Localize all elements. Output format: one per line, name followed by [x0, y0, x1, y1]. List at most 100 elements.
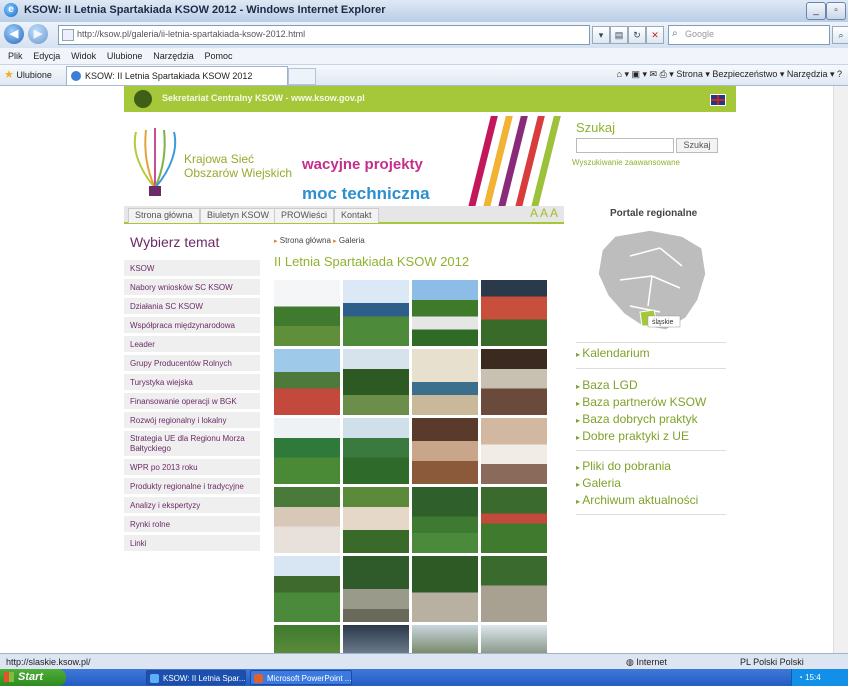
gallery-thumbnail[interactable]	[274, 625, 340, 653]
forward-icon[interactable]: ▶	[28, 24, 48, 44]
gallery-thumbnail[interactable]	[343, 625, 409, 653]
language-indicator[interactable]: PL Polski Polski	[740, 657, 804, 667]
menu-item-produkty[interactable]: Produkty regionalne i tradycyjne	[124, 478, 260, 495]
menu-item-dzialania[interactable]: Działania SC KSOW	[124, 298, 260, 315]
new-tab-button[interactable]	[288, 68, 316, 85]
gallery-thumbnail[interactable]	[274, 280, 340, 346]
gallery-thumbnail[interactable]	[343, 487, 409, 553]
menu-help[interactable]: Pomoc	[205, 48, 233, 64]
menu-item-rynki[interactable]: Rynki rolne	[124, 516, 260, 533]
nav-contact[interactable]: Kontakt	[334, 208, 379, 223]
command-bar-items[interactable]: Strona ▾ Bezpieczeństwo ▾ Narzędzia ▾	[676, 69, 834, 79]
search-placeholder: Google	[685, 29, 715, 39]
link-pliki[interactable]: Pliki do pobrania	[576, 459, 671, 473]
start-button[interactable]: Start	[0, 669, 66, 686]
site-banner: Krajowa Sieć Obszarów Wiejskich wacyjne …	[124, 116, 564, 206]
compat-icon[interactable]: ▤	[610, 26, 628, 44]
gallery-thumbnail[interactable]	[481, 625, 547, 653]
stop-icon[interactable]: ✕	[646, 26, 664, 44]
gallery-thumbnail[interactable]	[481, 280, 547, 346]
nav-prowiesci[interactable]: PROWieści	[274, 208, 335, 223]
breadcrumb: ▸ Strona główna ▸ Galeria	[274, 236, 365, 245]
browser-tab[interactable]: KSOW: II Letnia Spartakiada KSOW 2012	[66, 66, 288, 85]
feeds-icon[interactable]: ▣ ▾	[632, 69, 648, 79]
gallery-thumbnail[interactable]	[481, 349, 547, 415]
gallery-thumbnail[interactable]	[412, 349, 478, 415]
menu-item-strategia[interactable]: Strategia UE dla Regionu Morza Bałtyckie…	[124, 431, 260, 457]
vertical-scrollbar[interactable]	[833, 86, 848, 653]
menu-view[interactable]: Widok	[71, 48, 96, 64]
menu-tools[interactable]: Narzędzia	[153, 48, 194, 64]
address-bar[interactable]: http://ksow.pl/galeria/ii-letnia-spartak…	[58, 25, 590, 45]
gallery-thumbnail[interactable]	[481, 556, 547, 622]
security-zone: ◍ Internet	[626, 657, 667, 668]
taskbar-item-powerpoint[interactable]: Microsoft PowerPoint ...	[250, 670, 352, 685]
gallery-thumbnail[interactable]	[274, 487, 340, 553]
link-baza-dobrych-praktyk[interactable]: Baza dobrych praktyk	[576, 412, 697, 426]
menu-item-leader[interactable]: Leader	[124, 336, 260, 353]
menu-item-rozwoj[interactable]: Rozwój regionalny i lokalny	[124, 412, 260, 429]
poland-map[interactable]: śląskie	[590, 226, 710, 336]
favorites-button[interactable]: ★ Ulubione	[4, 68, 52, 81]
site-search-input[interactable]	[576, 138, 674, 153]
dropdown-icon[interactable]: ▾	[592, 26, 610, 44]
gallery-thumbnail[interactable]	[343, 280, 409, 346]
help-icon[interactable]: ?	[837, 69, 842, 79]
gallery-thumbnail[interactable]	[412, 556, 478, 622]
nav-bulletin[interactable]: Biuletyn KSOW	[200, 208, 277, 223]
menu-item-grupy-producentow[interactable]: Grupy Producentów Rolnych	[124, 355, 260, 372]
gallery-thumbnail[interactable]	[274, 556, 340, 622]
maximize-button[interactable]: ▫	[826, 2, 846, 20]
topbar-text[interactable]: Sekretariat Centralny KSOW - www.ksow.go…	[162, 93, 365, 103]
print-icon[interactable]: ⎙ ▾	[660, 69, 674, 79]
nav-home[interactable]: Strona główna	[128, 208, 200, 223]
command-bar[interactable]: ⌂ ▾ ▣ ▾ ✉ ⎙ ▾ Strona ▾ Bezpieczeństwo ▾ …	[617, 69, 842, 80]
org-name-line1: Krajowa Sieć	[184, 152, 255, 166]
gallery-thumbnail[interactable]	[343, 556, 409, 622]
menu-favorites[interactable]: Ulubione	[107, 48, 143, 64]
site-search-button[interactable]: Szukaj	[676, 138, 718, 153]
menu-item-wspolpraca[interactable]: Współpraca międzynarodowa	[124, 317, 260, 334]
menu-item-ksow[interactable]: KSOW	[124, 260, 260, 277]
link-dobre-praktyki-ue[interactable]: Dobre praktyki z UE	[576, 429, 689, 443]
gallery-thumbnail[interactable]	[412, 625, 478, 653]
tray-icon[interactable]: ◔	[798, 673, 803, 682]
gallery-thumbnail[interactable]	[274, 418, 340, 484]
gallery-thumbnail[interactable]	[412, 418, 478, 484]
uk-flag-icon[interactable]	[710, 94, 726, 106]
gallery-thumbnail[interactable]	[343, 418, 409, 484]
mail-icon[interactable]: ✉	[650, 69, 658, 79]
search-icon: ⌕	[672, 28, 678, 39]
window-title: KSOW: II Letnia Spartakiada KSOW 2012 - …	[24, 4, 386, 16]
menu-item-analizy[interactable]: Analizy i ekspertyzy	[124, 497, 260, 514]
menu-file[interactable]: Plik	[8, 48, 23, 64]
refresh-icon[interactable]: ↻	[628, 26, 646, 44]
breadcrumb-home[interactable]: Strona główna	[280, 236, 331, 245]
taskbar-item-ie[interactable]: KSOW: II Letnia Spar...	[146, 670, 246, 685]
menu-item-wpr[interactable]: WPR po 2013 roku	[124, 459, 260, 476]
link-archiwum[interactable]: Archiwum aktualności	[576, 493, 698, 507]
home-icon[interactable]: ⌂ ▾	[617, 69, 629, 79]
font-size-switcher[interactable]: A A A	[530, 206, 558, 220]
minimize-button[interactable]: _	[806, 2, 826, 20]
menu-edit[interactable]: Edycja	[33, 48, 60, 64]
gallery-thumbnail[interactable]	[481, 487, 547, 553]
star-icon: ★	[4, 69, 14, 81]
search-input[interactable]: ⌕ Google	[668, 25, 830, 45]
gallery-thumbnail[interactable]	[274, 349, 340, 415]
menu-item-linki[interactable]: Linki	[124, 535, 260, 552]
gallery-thumbnail[interactable]	[481, 418, 547, 484]
link-baza-lgd[interactable]: Baza LGD	[576, 378, 637, 392]
menu-item-finansowanie[interactable]: Finansowanie operacji w BGK	[124, 393, 260, 410]
advanced-search-link[interactable]: Wyszukiwanie zaawansowane	[572, 158, 680, 167]
menu-item-nabory[interactable]: Nabory wniosków SC KSOW	[124, 279, 260, 296]
link-galeria[interactable]: Galeria	[576, 476, 621, 490]
search-go-icon[interactable]: ⌕	[832, 26, 848, 44]
link-kalendarium[interactable]: Kalendarium	[576, 346, 649, 360]
link-baza-partnerow[interactable]: Baza partnerów KSOW	[576, 395, 706, 409]
back-icon[interactable]: ◀	[4, 24, 24, 44]
menu-item-turystyka[interactable]: Turystyka wiejska	[124, 374, 260, 391]
gallery-thumbnail[interactable]	[412, 280, 478, 346]
gallery-thumbnail[interactable]	[412, 487, 478, 553]
gallery-thumbnail[interactable]	[343, 349, 409, 415]
